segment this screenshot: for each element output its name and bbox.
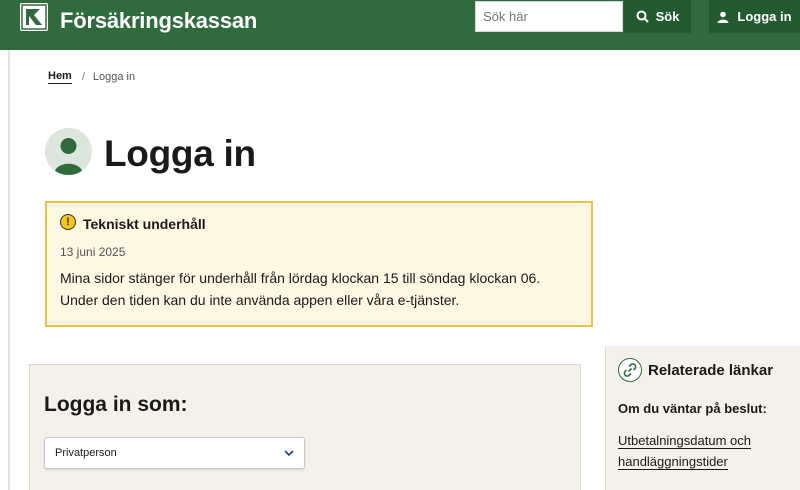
search-button-label: Sök <box>655 9 680 24</box>
alert-body: Mina sidor stänger för underhåll från lö… <box>60 267 580 311</box>
forsakringskassan-logo-icon[interactable] <box>20 3 48 31</box>
alert-body-line-2: Under den tiden kan du inte använda appe… <box>60 292 460 308</box>
login-heading: Logga in som: <box>44 393 188 416</box>
breadcrumb-current: Logga in <box>92 71 136 83</box>
login-type-select[interactable]: Privatperson <box>44 437 305 469</box>
search-icon <box>636 10 649 23</box>
breadcrumb: Hem / Logga in <box>48 70 135 84</box>
search-input[interactable] <box>475 1 623 32</box>
header-login-button[interactable]: Logga in <box>709 0 800 33</box>
payment-dates-link-line-2: handläggningstider <box>618 454 728 470</box>
payment-dates-link[interactable]: Utbetalningsdatum och handläggningstider <box>618 430 798 472</box>
alert-title: Tekniskt underhåll <box>83 216 206 232</box>
brand-name[interactable]: Försäkringskassan <box>60 8 257 34</box>
related-links-title: Relaterade länkar <box>648 362 774 379</box>
related-links-subtitle: Om du väntar på beslut: <box>618 401 767 416</box>
page-title: Logga in <box>104 133 256 174</box>
login-panel: Logga in som: Privatperson <box>29 364 581 490</box>
user-icon <box>717 11 729 23</box>
maintenance-alert: ! Tekniskt underhåll 13 juni 2025 Mina s… <box>45 201 593 327</box>
search-button[interactable]: Sök <box>624 0 691 33</box>
alert-body-line-1: Mina sidor stänger för underhåll från lö… <box>60 270 541 286</box>
breadcrumb-home-link[interactable]: Hem <box>48 70 72 84</box>
link-icon <box>618 358 642 382</box>
breadcrumb-separator: / <box>81 71 85 83</box>
chevron-down-icon <box>284 450 294 456</box>
user-avatar-icon <box>45 128 92 175</box>
page-divider <box>8 50 10 490</box>
site-header: Försäkringskassan Sök Logga in <box>0 0 800 50</box>
exclamation-circle-icon: ! <box>60 214 76 230</box>
alert-date: 13 juni 2025 <box>60 245 126 259</box>
related-links-panel: Relaterade länkar Om du väntar på beslut… <box>605 346 800 490</box>
login-button-label: Logga in <box>737 9 792 24</box>
login-type-selected: Privatperson <box>55 447 117 459</box>
payment-dates-link-line-1: Utbetalningsdatum och <box>618 433 751 449</box>
